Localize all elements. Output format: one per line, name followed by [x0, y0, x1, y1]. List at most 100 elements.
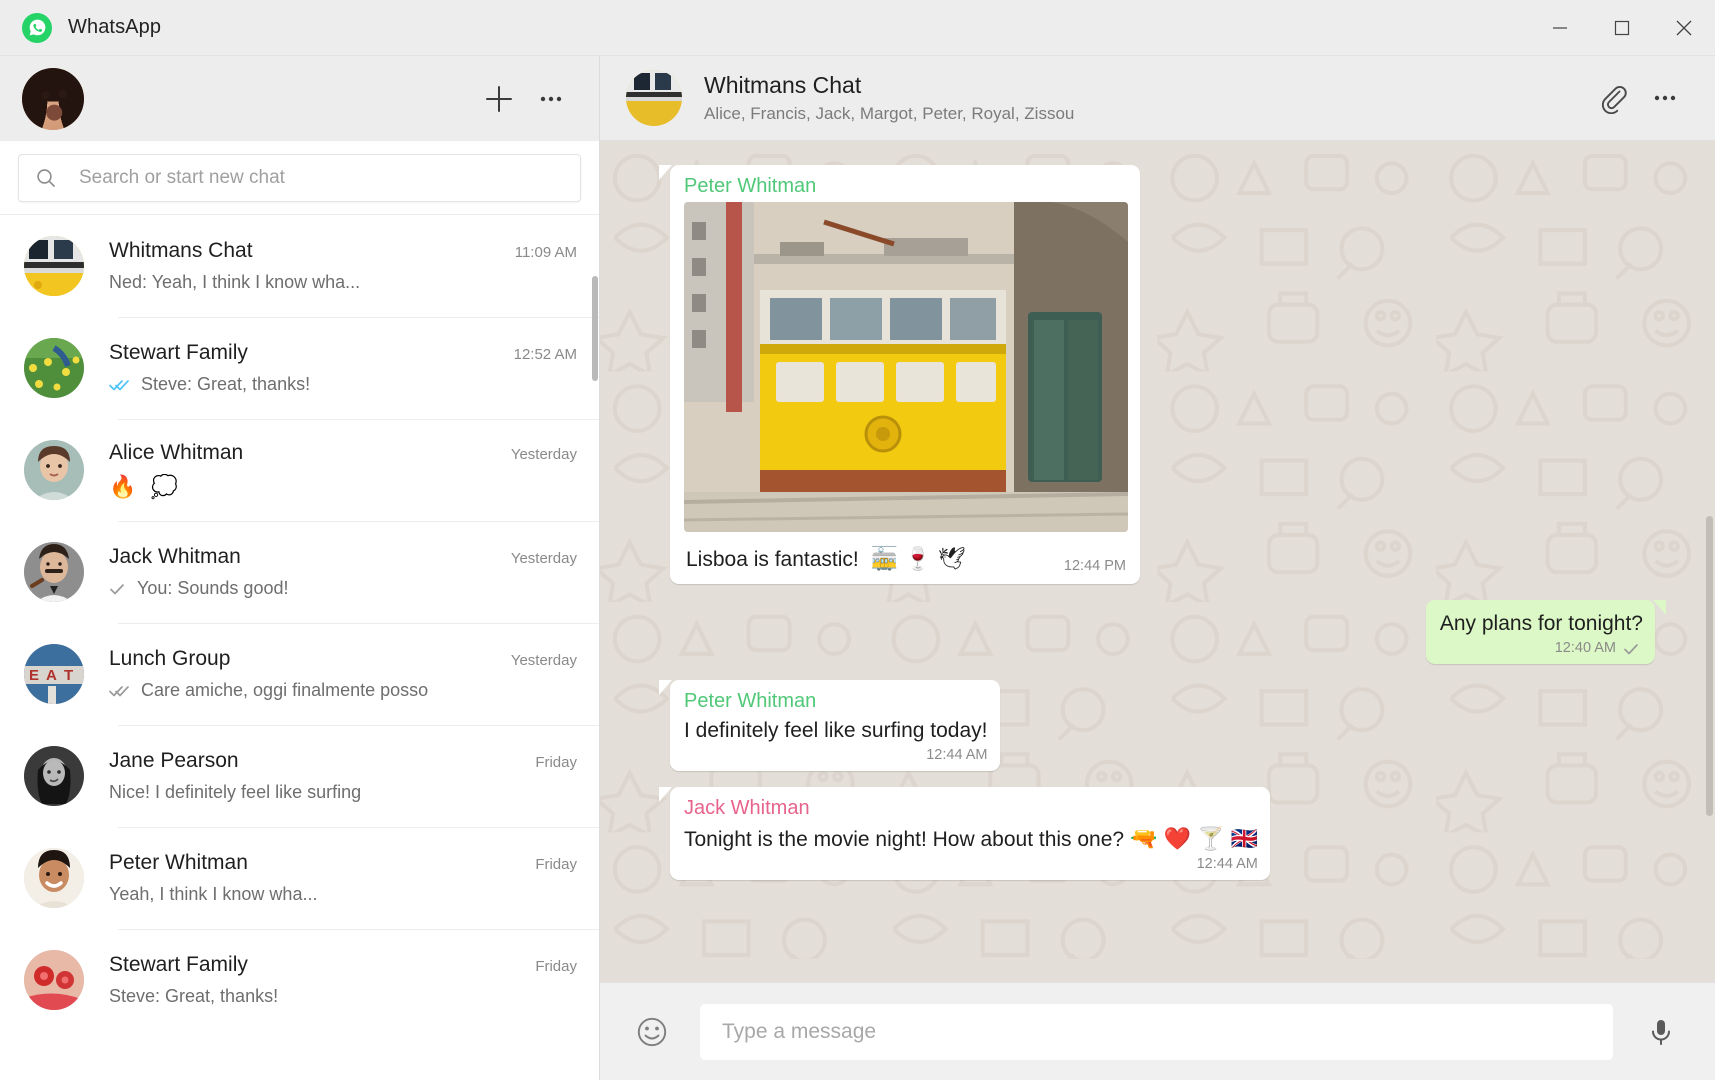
- message-sender: Peter Whitman: [684, 175, 817, 197]
- chat-item-time: Friday: [535, 856, 577, 873]
- sidebar-scrollbar[interactable]: [592, 276, 598, 381]
- whatsapp-logo-icon: [22, 12, 52, 43]
- conversation-menu-button[interactable]: [1639, 72, 1691, 124]
- sidebar-menu-button[interactable]: [525, 73, 577, 125]
- chat-item-time: Friday: [535, 754, 577, 771]
- close-button[interactable]: [1653, 0, 1715, 56]
- chat-item-avatar: [24, 338, 84, 398]
- conversation-title: Whitmans Chat: [704, 72, 862, 98]
- conversation-participants: Alice, Francis, Jack, Margot, Peter, Roy…: [704, 104, 1075, 123]
- sidebar-header: [0, 56, 599, 141]
- svg-text:A: A: [46, 667, 57, 684]
- mic-button[interactable]: [1635, 1006, 1687, 1058]
- chat-item-meta: Jack Whitman Yesterday You: Sounds good!: [109, 545, 577, 599]
- message-row: Jack Whitman Tonight is the movie night! …: [659, 786, 1655, 880]
- message-time: 12:44 PM: [1063, 557, 1126, 574]
- chat-list-item[interactable]: Jane Pearson Friday Nice! I definitely fee…: [0, 725, 599, 827]
- chat-list-item[interactable]: Alice Whitman Yesterday 🔥 💭: [0, 419, 599, 521]
- minimize-button[interactable]: [1529, 0, 1591, 56]
- title-bar: WhatsApp: [0, 0, 1715, 56]
- chat-item-name: Alice Whitman: [109, 440, 244, 464]
- search-input[interactable]: [79, 166, 564, 189]
- chat-item-snippet: Nice! I definitely feel like surfing: [109, 782, 362, 802]
- chat-item-meta: Alice Whitman Yesterday 🔥 💭: [109, 441, 577, 500]
- whatsapp-window: WhatsApp Search or start new chat Whitma…: [0, 0, 1715, 1080]
- chat-item-time: Yesterday: [510, 652, 577, 669]
- message-sender: Jack Whitman: [684, 796, 810, 819]
- message-bubble[interactable]: Peter Whitman I definitely feel like surf…: [659, 679, 1000, 771]
- attach-button[interactable]: [1587, 72, 1639, 124]
- chat-item-avatar: [24, 848, 84, 908]
- message-status-icon: [109, 684, 133, 698]
- chat-item-name: Stewart Family: [109, 341, 248, 364]
- chat-item-name: Whitmans Chat: [109, 239, 253, 262]
- maximize-button[interactable]: [1591, 0, 1653, 56]
- message-sender: Peter Whitman: [684, 689, 817, 712]
- chat-item-avatar: [24, 236, 84, 296]
- chat-item-snippet: You: Sounds good!: [137, 578, 289, 598]
- chat-item-name: Jane Pearson: [109, 749, 239, 772]
- chat-list-item[interactable]: Whitmans Chat 11:09 AM Ned: Yeah, I think …: [0, 215, 599, 317]
- svg-text:E: E: [29, 667, 39, 684]
- chat-item-snippet: Yeah, I think I know wha...: [109, 884, 318, 904]
- message-area: Peter Whitman Lisboa is fantastic! 🚋 🍷 🕊 1…: [600, 141, 1715, 982]
- message-text: I definitely feel like surfing today!: [684, 718, 988, 742]
- message-caption-row: Lisboa is fantastic! 🚋 🍷 🕊 12:44 PM: [684, 532, 1128, 576]
- message-input[interactable]: [700, 1003, 1613, 1060]
- message-time: 12:44 AM: [926, 746, 988, 763]
- message-status-icon: [109, 378, 133, 392]
- message-time: 12:40 AM: [1554, 639, 1616, 656]
- chat-item-name: Stewart Family: [109, 953, 248, 976]
- search-box[interactable]: [18, 153, 581, 202]
- chat-item-name: Jack Whitman: [109, 545, 241, 568]
- chat-item-time: Yesterday: [510, 445, 577, 463]
- search-icon: [35, 167, 57, 189]
- message-row: Any plans for tonight? 12:40 AM: [670, 599, 1667, 664]
- conversation-panel: Whitmans Chat Alice, Francis, Jack, Marg…: [600, 56, 1715, 1080]
- conversation-meta: Whitmans Chat Alice, Francis, Jack, Marg…: [704, 72, 1587, 124]
- chat-item-time: 11:09 AM: [514, 244, 577, 261]
- message-status-icon: [109, 582, 129, 596]
- app-title: WhatsApp: [68, 16, 162, 38]
- chat-item-avatar: EAT: [24, 644, 84, 704]
- message-bubble[interactable]: Any plans for tonight? 12:40 AM: [1425, 599, 1667, 664]
- chat-list-item[interactable]: Peter Whitman Friday Yeah, I think I know …: [0, 827, 599, 929]
- chat-item-snippet: Care amiche, oggi finalmente posso: [141, 680, 429, 700]
- chat-list-item[interactable]: Stewart Family 12:52 AM Steve: Great, than…: [0, 317, 599, 419]
- chat-list-item[interactable]: E A T Lunch Group Yesterday Care amiche, oggi…: [0, 623, 599, 725]
- chat-item-meta: Stewart Family Friday Steve: Great, thanks…: [109, 953, 577, 1007]
- window-controls: [1529, 0, 1715, 56]
- chat-item-meta: Whitmans Chat 11:09 AM Ned: Yeah, I think …: [109, 239, 577, 293]
- chat-item-avatar: [24, 542, 84, 602]
- chat-item-meta: Jane Pearson Friday Nice! I definitely fee…: [109, 749, 577, 803]
- chat-item-time: 12:52 AM: [513, 346, 577, 363]
- chat-item-snippet: 🔥 💭: [109, 473, 182, 499]
- message-bubble[interactable]: Jack Whitman Tonight is the movie night! …: [659, 786, 1270, 880]
- message-footer: 12:44 AM: [684, 856, 1258, 872]
- message-row: Peter Whitman Lisboa is fantastic! 🚋 🍷 🕊 1…: [659, 165, 1655, 584]
- chat-item-time: Yesterday: [510, 550, 577, 567]
- message-footer: 12:44 AM: [684, 746, 988, 763]
- message-bubble[interactable]: Peter Whitman Lisboa is fantastic! 🚋 🍷 🕊 1…: [659, 165, 1140, 584]
- conversation-avatar[interactable]: [626, 70, 682, 126]
- chat-item-snippet: Ned: Yeah, I think I know wha...: [109, 272, 361, 292]
- message-status-icon: [1623, 642, 1643, 656]
- chat-item-name: Peter Whitman: [109, 851, 248, 874]
- message-image[interactable]: [684, 202, 1128, 532]
- chat-list-item[interactable]: Jack Whitman Yesterday You: Sounds good!: [0, 521, 599, 623]
- caption-emoji: 🚋 🍷 🕊: [870, 546, 966, 571]
- conversation-header: Whitmans Chat Alice, Francis, Jack, Marg…: [600, 56, 1715, 141]
- message-text: Any plans for tonight?: [1439, 611, 1643, 635]
- chat-list-item[interactable]: Stewart Family Friday Steve: Great, thanks…: [0, 929, 599, 1031]
- message-footer: 12:40 AM: [1440, 640, 1643, 656]
- svg-text:T: T: [64, 667, 73, 684]
- chat-item-snippet: Steve: Great, thanks!: [141, 374, 311, 394]
- emoji-button[interactable]: [626, 1006, 678, 1058]
- message-text: Tonight is the movie night! How about th…: [684, 825, 1258, 851]
- message-row: Peter Whitman I definitely feel like surf…: [659, 679, 1655, 771]
- conversation-scrollbar[interactable]: [1706, 516, 1713, 816]
- avatar[interactable]: [22, 67, 84, 130]
- new-chat-button[interactable]: [473, 73, 525, 125]
- chat-list[interactable]: Whitmans Chat 11:09 AM Ned: Yeah, I think …: [0, 215, 599, 1080]
- chat-item-meta: Lunch Group Yesterday Care amiche, oggi fi…: [109, 647, 577, 701]
